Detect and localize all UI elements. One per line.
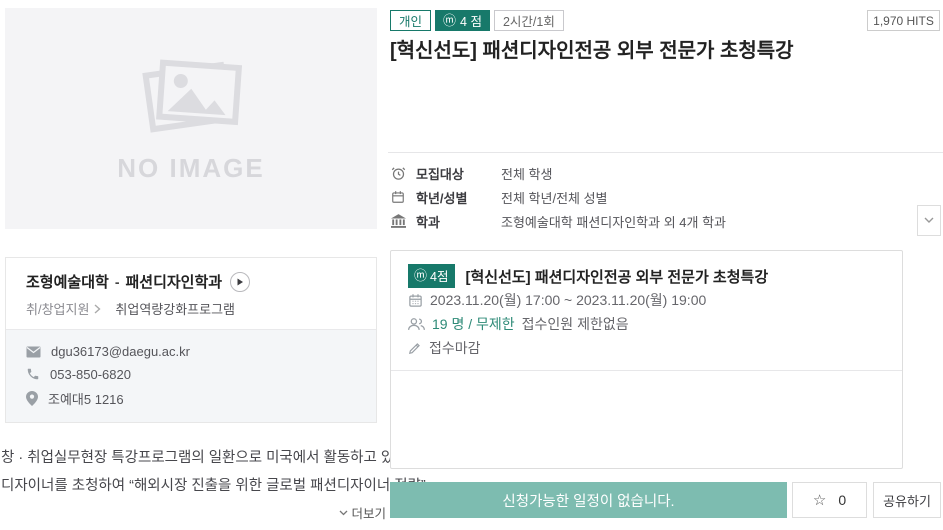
- contact-email: dgu36173@daegu.ac.kr: [51, 344, 190, 359]
- program-thumbnail-placeholder: NO IMAGE: [5, 8, 377, 229]
- chevron-down-icon: [924, 217, 934, 224]
- schedule-datetime-row: 2023.11.20(월) 17:00 ~ 2023.11.20(월) 19:0…: [408, 288, 885, 312]
- schedule-title: [혁신선도] 패션디자인전공 외부 전문가 초청특강: [465, 266, 768, 287]
- mileage-icon: ⓜ: [443, 14, 456, 27]
- schedule-points-badge: ⓜ 4점: [408, 264, 455, 288]
- schedule-points-label: 4점: [430, 266, 448, 285]
- schedule-status: 접수마감: [429, 338, 481, 358]
- favorite-count: 0: [838, 492, 846, 508]
- organizer-expand-button[interactable]: [230, 272, 250, 292]
- schedule-capacity-row: 19 명 / 무제한 접수인원 제한없음: [408, 312, 885, 336]
- program-info-list: 모집대상 전체 학생 학년/성별 전체 학년/전체 성별 학과 조형예술대학 패…: [391, 161, 906, 233]
- show-more-label: 더보기: [351, 503, 386, 522]
- mail-icon: [26, 346, 41, 358]
- people-icon: [408, 317, 425, 331]
- info-row-departments: 학과 조형예술대학 패션디자인학과 외 4개 학과: [391, 209, 906, 233]
- program-type: 취업역량강화프로그램: [115, 299, 235, 318]
- departments-expand-button[interactable]: [917, 205, 941, 236]
- info-value: 전체 학년/전체 성별: [501, 188, 608, 207]
- program-badges: 개인 ⓜ 4 점 2시간/1회: [390, 10, 564, 31]
- no-image-icon: [135, 53, 247, 137]
- apply-disabled-button[interactable]: 신청가능한 일정이 없습니다.: [390, 482, 787, 518]
- contact-phone: 053-850-6820: [50, 367, 131, 382]
- bank-icon: [391, 214, 408, 228]
- schedule-capacity-note: 접수인원 제한없음: [522, 314, 629, 334]
- hits-counter: 1,970 HITS: [867, 10, 940, 31]
- contact-phone-row: 053-850-6820: [26, 367, 356, 382]
- organizer-contact: dgu36173@daegu.ac.kr 053-850-6820 조예대5 1…: [6, 329, 376, 422]
- schedule-empty-area: [391, 371, 902, 489]
- schedule-details: ⓜ 4점 [혁신선도] 패션디자인전공 외부 전문가 초청특강 2023.11.…: [391, 251, 902, 371]
- schedule-card: ⓜ 4점 [혁신선도] 패션디자인전공 외부 전문가 초청특강 2023.11.…: [390, 250, 903, 469]
- contact-email-row: dgu36173@daegu.ac.kr: [26, 344, 356, 359]
- contact-location: 조예대5 1216: [48, 389, 124, 408]
- badge-personal: 개인: [390, 10, 431, 31]
- description-line: 디자이너를 초청하여 “해외시장 진출을 위한 글로벌 패션디자이너 전략” …: [1, 472, 386, 500]
- badge-mileage-points: ⓜ 4 점: [435, 10, 490, 31]
- description-line: 창 · 취업실무현장 특강프로그램의 일환으로 미국에서 활동하고 있는 패션: [1, 444, 386, 472]
- schedule-capacity: 19 명 / 무제한: [432, 314, 515, 334]
- info-value: 전체 학생: [501, 164, 552, 183]
- info-value: 조형예술대학 패션디자인학과 외 4개 학과: [501, 212, 726, 231]
- show-more-button[interactable]: 더보기: [1, 503, 386, 522]
- schedule-status-row: 접수마감: [408, 336, 885, 360]
- calendar-icon: [408, 293, 423, 308]
- no-image-label: NO IMAGE: [117, 153, 264, 184]
- info-row-target: 모집대상 전체 학생: [391, 161, 906, 185]
- contact-location-row: 조예대5 1216: [26, 389, 356, 408]
- favorite-button[interactable]: ☆ 0: [792, 482, 867, 518]
- calendar-icon: [391, 190, 408, 204]
- organizer-header: 조형예술대학 - 패션디자인학과 취/창업지원 취업역량강화프로그램: [6, 258, 376, 329]
- page-title: [혁신선도] 패션디자인전공 외부 전문가 초청특강: [390, 34, 930, 63]
- info-label: 모집대상: [416, 164, 501, 183]
- schedule-datetime: 2023.11.20(월) 17:00 ~ 2023.11.20(월) 19:0…: [430, 290, 706, 310]
- college-name: 조형예술대학: [26, 271, 109, 292]
- section-divider: [388, 152, 943, 153]
- program-category: 취/창업지원: [26, 299, 89, 318]
- mileage-icon: ⓜ: [414, 269, 427, 282]
- program-detail-page: NO IMAGE 조형예술대학 - 패션디자인학과 취/창업지원 취업역량강화프…: [0, 0, 943, 530]
- map-pin-icon: [26, 391, 38, 406]
- badge-points-label: 4 점: [460, 11, 482, 30]
- program-description: 창 · 취업실무현장 특강프로그램의 일환으로 미국에서 활동하고 있는 패션 …: [1, 444, 386, 522]
- chevron-right-icon: [94, 304, 101, 314]
- alarm-clock-icon: [391, 166, 408, 181]
- star-icon: ☆: [813, 491, 826, 509]
- organizer-card: 조형예술대학 - 패션디자인학과 취/창업지원 취업역량강화프로그램: [5, 257, 377, 423]
- share-button[interactable]: 공유하기: [873, 482, 941, 518]
- badge-duration: 2시간/1회: [494, 10, 564, 31]
- title-separator: -: [115, 274, 120, 290]
- info-label: 학과: [416, 212, 501, 231]
- pen-icon: [408, 341, 422, 355]
- info-row-grade-gender: 학년/성별 전체 학년/전체 성별: [391, 185, 906, 209]
- play-icon: [236, 278, 244, 286]
- chevron-down-icon: [339, 510, 348, 516]
- department-name: 패션디자인학과: [125, 271, 222, 292]
- phone-icon: [26, 367, 40, 381]
- info-label: 학년/성별: [416, 188, 501, 207]
